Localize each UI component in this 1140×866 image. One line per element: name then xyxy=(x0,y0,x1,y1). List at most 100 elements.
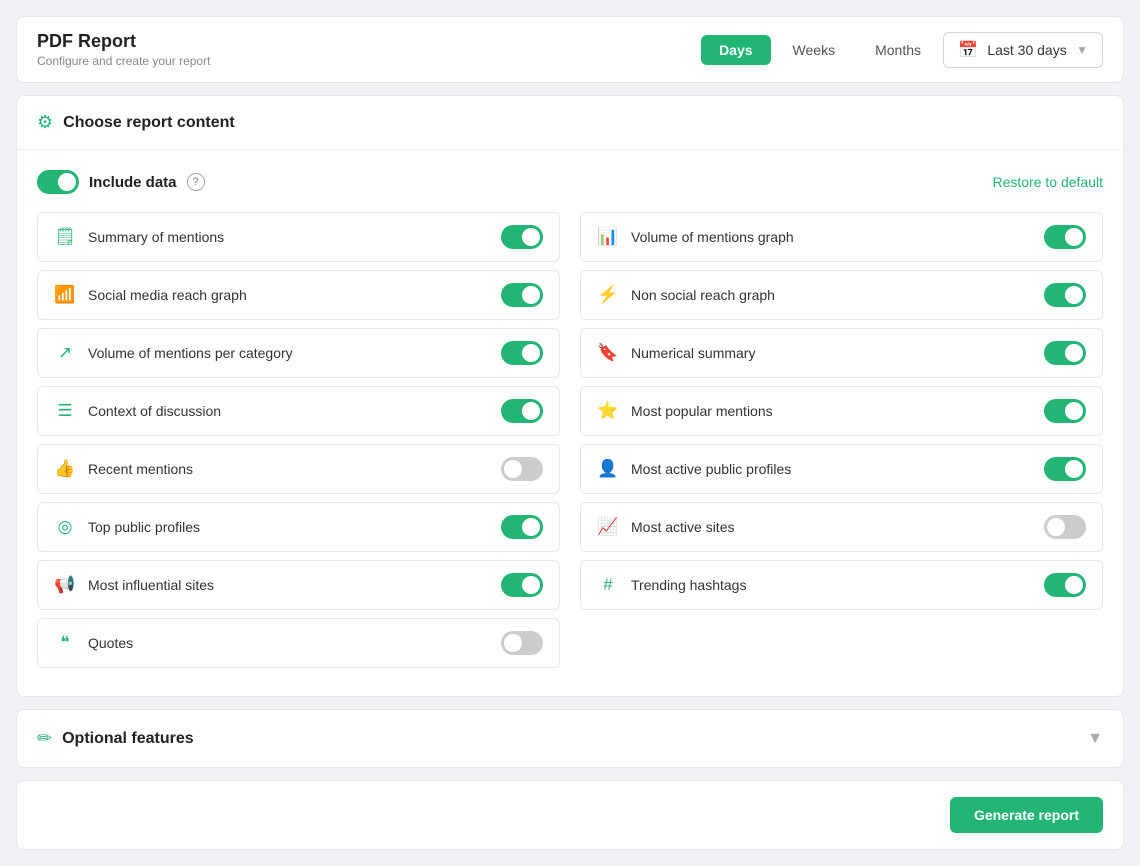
generate-report-button[interactable]: Generate report xyxy=(950,797,1103,833)
non-social-reach-toggle[interactable] xyxy=(1044,283,1086,307)
volume-mentions-graph-toggle[interactable] xyxy=(1044,225,1086,249)
recent-mentions-icon: 👍 xyxy=(54,459,76,479)
optional-features-header[interactable]: ✏ Optional features ▼ xyxy=(17,710,1123,767)
include-data-toggle[interactable] xyxy=(37,170,79,194)
most-popular-mentions-label: Most popular mentions xyxy=(631,403,773,419)
left-items-column: 🗒 Summary of mentions 📶 Social media reach … xyxy=(37,212,560,676)
period-weeks-button[interactable]: Weeks xyxy=(775,35,854,65)
item-row-numerical-summary: 🔖Numerical summary xyxy=(580,328,1103,378)
item-left-most-popular-mentions: ⭐ Most popular mentions xyxy=(597,401,773,421)
item-row-context-discussion: ☰ Context of discussion xyxy=(37,386,560,436)
gear-icon: ⚙ xyxy=(37,112,53,133)
context-discussion-icon: ☰ xyxy=(54,401,76,421)
volume-mentions-graph-label: Volume of mentions graph xyxy=(631,229,794,245)
chevron-down-icon: ▼ xyxy=(1076,43,1088,57)
item-left-non-social-reach: ⚡ Non social reach graph xyxy=(597,285,775,305)
page-title: PDF Report xyxy=(37,31,210,52)
footer: Generate report xyxy=(16,780,1124,850)
include-data-row: Include data ? Restore to default xyxy=(37,170,1103,194)
recent-mentions-toggle[interactable] xyxy=(501,457,543,481)
context-discussion-label: Context of discussion xyxy=(88,403,221,419)
item-left-numerical-summary: 🔖Numerical summary xyxy=(597,343,755,363)
top-public-profiles-label: Top public profiles xyxy=(88,519,200,535)
item-row-volume-per-category: ↗ Volume of mentions per category xyxy=(37,328,560,378)
non-social-reach-label: Non social reach graph xyxy=(631,287,775,303)
item-row-most-influential-sites: 📢 Most influential sites xyxy=(37,560,560,610)
period-days-button[interactable]: Days xyxy=(701,35,770,65)
volume-per-category-label: Volume of mentions per category xyxy=(88,345,293,361)
item-left-context-discussion: ☰ Context of discussion xyxy=(54,401,221,421)
numerical-summary-toggle[interactable] xyxy=(1044,341,1086,365)
item-row-volume-mentions-graph: 📊 Volume of mentions graph xyxy=(580,212,1103,262)
item-left-social-media-reach: 📶 Social media reach graph xyxy=(54,285,247,305)
most-influential-sites-icon: 📢 xyxy=(54,575,76,595)
volume-mentions-graph-icon: 📊 xyxy=(597,227,619,247)
item-row-most-popular-mentions: ⭐ Most popular mentions xyxy=(580,386,1103,436)
item-left-quotes: ❝Quotes xyxy=(54,633,133,653)
summary-mentions-label: Summary of mentions xyxy=(88,229,224,245)
optional-features-title: Optional features xyxy=(62,730,194,748)
item-row-summary-mentions: 🗒 Summary of mentions xyxy=(37,212,560,262)
quotes-label: Quotes xyxy=(88,635,133,651)
social-media-reach-label: Social media reach graph xyxy=(88,287,247,303)
item-row-recent-mentions: 👍 Recent mentions xyxy=(37,444,560,494)
section-title: Choose report content xyxy=(63,114,235,132)
item-row-most-active-profiles: 👤 Most active public profiles xyxy=(580,444,1103,494)
item-left-most-active-sites: 📈 Most active sites xyxy=(597,517,734,537)
item-left-recent-mentions: 👍 Recent mentions xyxy=(54,459,193,479)
context-discussion-toggle[interactable] xyxy=(501,399,543,423)
summary-mentions-icon: 🗒 xyxy=(54,227,76,247)
item-left-trending-hashtags: # Trending hashtags xyxy=(597,575,746,595)
item-row-trending-hashtags: # Trending hashtags xyxy=(580,560,1103,610)
item-row-social-media-reach: 📶 Social media reach graph xyxy=(37,270,560,320)
most-popular-mentions-icon: ⭐ xyxy=(597,401,619,421)
most-active-sites-label: Most active sites xyxy=(631,519,734,535)
top-public-profiles-icon: ◎ xyxy=(54,517,76,537)
calendar-icon: 📅 xyxy=(958,40,978,60)
item-left-most-active-profiles: 👤 Most active public profiles xyxy=(597,459,791,479)
item-row-non-social-reach: ⚡ Non social reach graph xyxy=(580,270,1103,320)
items-grid: 🗒 Summary of mentions 📶 Social media reach … xyxy=(37,212,1103,676)
restore-default-link[interactable]: Restore to default xyxy=(992,174,1103,190)
period-months-button[interactable]: Months xyxy=(857,35,939,65)
item-row-most-active-sites: 📈 Most active sites xyxy=(580,502,1103,552)
most-active-profiles-toggle[interactable] xyxy=(1044,457,1086,481)
date-range-label: Last 30 days xyxy=(987,42,1066,58)
report-content-section: ⚙ Choose report content Include data ? R… xyxy=(16,95,1124,697)
period-selector: Days Weeks Months 📅 Last 30 days ▼ xyxy=(701,32,1103,68)
trending-hashtags-icon: # xyxy=(597,575,619,595)
recent-mentions-label: Recent mentions xyxy=(88,461,193,477)
help-icon[interactable]: ? xyxy=(187,173,205,191)
item-row-top-public-profiles: ◎ Top public profiles xyxy=(37,502,560,552)
trending-hashtags-label: Trending hashtags xyxy=(631,577,746,593)
item-left-top-public-profiles: ◎ Top public profiles xyxy=(54,517,200,537)
most-influential-sites-toggle[interactable] xyxy=(501,573,543,597)
non-social-reach-icon: ⚡ xyxy=(597,285,619,305)
quotes-toggle[interactable] xyxy=(501,631,543,655)
item-left-volume-mentions-graph: 📊 Volume of mentions graph xyxy=(597,227,794,247)
item-left-summary-mentions: 🗒 Summary of mentions xyxy=(54,227,224,247)
summary-mentions-toggle[interactable] xyxy=(501,225,543,249)
trending-hashtags-toggle[interactable] xyxy=(1044,573,1086,597)
volume-per-category-icon: ↗ xyxy=(54,343,76,363)
right-items-column: 📊 Volume of mentions graph ⚡ Non social rea… xyxy=(580,212,1103,676)
item-row-quotes: ❝Quotes xyxy=(37,618,560,668)
page-subtitle: Configure and create your report xyxy=(37,54,210,68)
most-active-sites-toggle[interactable] xyxy=(1044,515,1086,539)
optional-features-section: ✏ Optional features ▼ xyxy=(16,709,1124,768)
most-active-sites-icon: 📈 xyxy=(597,517,619,537)
item-left-most-influential-sites: 📢 Most influential sites xyxy=(54,575,214,595)
item-left-volume-per-category: ↗ Volume of mentions per category xyxy=(54,343,293,363)
most-active-profiles-icon: 👤 xyxy=(597,459,619,479)
most-influential-sites-label: Most influential sites xyxy=(88,577,214,593)
top-public-profiles-toggle[interactable] xyxy=(501,515,543,539)
edit-icon: ✏ xyxy=(37,728,52,749)
numerical-summary-label: Numerical summary xyxy=(631,345,755,361)
include-data-label: Include data xyxy=(89,174,177,191)
most-active-profiles-label: Most active public profiles xyxy=(631,461,791,477)
volume-per-category-toggle[interactable] xyxy=(501,341,543,365)
date-range-picker[interactable]: 📅 Last 30 days ▼ xyxy=(943,32,1103,68)
social-media-reach-icon: 📶 xyxy=(54,285,76,305)
most-popular-mentions-toggle[interactable] xyxy=(1044,399,1086,423)
social-media-reach-toggle[interactable] xyxy=(501,283,543,307)
